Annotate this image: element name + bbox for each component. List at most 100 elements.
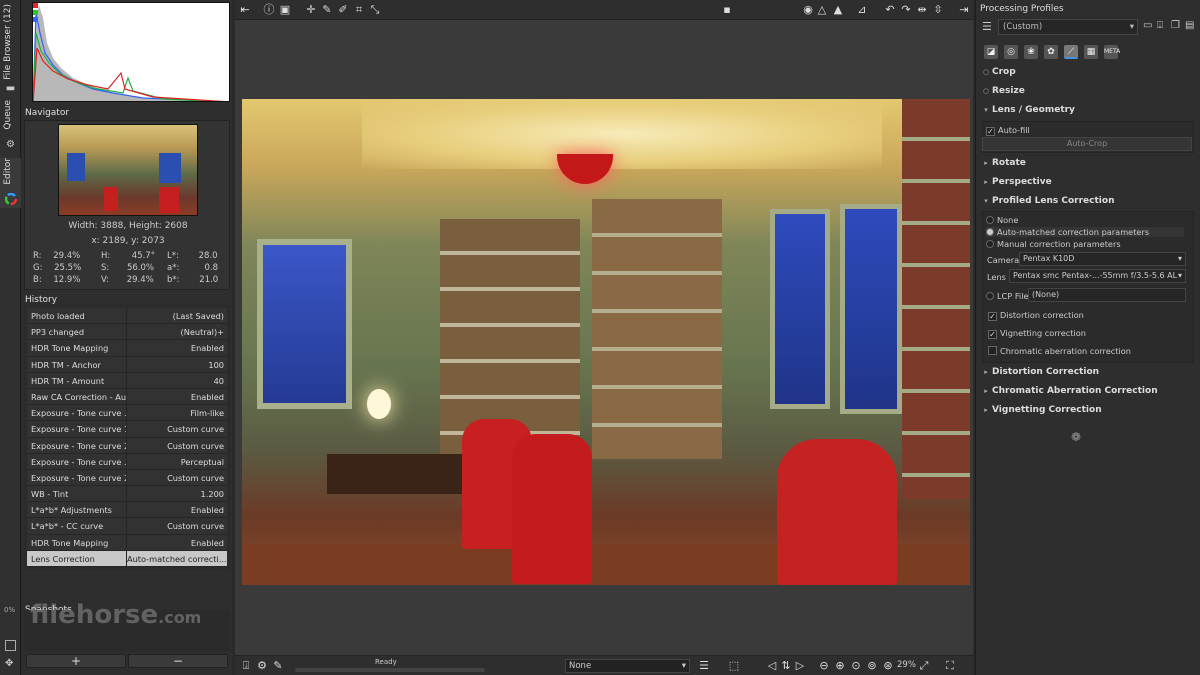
straighten-icon[interactable]: ⤡ xyxy=(368,3,382,17)
profile-list-icon[interactable]: ☰ xyxy=(982,20,992,33)
lens-select[interactable]: Pentax smc Pentax-...-55mm f/3.5-5.6 AL ▾ xyxy=(1009,269,1186,283)
processing-profile-select[interactable]: (Custom) ▾ xyxy=(998,19,1138,35)
channel-preview-icons[interactable]: ▪ xyxy=(720,3,734,17)
external-editor-icon[interactable]: ✎ xyxy=(271,659,285,673)
main-image-preview[interactable] xyxy=(242,99,970,585)
hide-right-panel-icon[interactable]: ⇥ xyxy=(957,3,971,17)
tab-file-browser[interactable]: File Browser (12) ▬ xyxy=(0,2,21,94)
metadata-tab-icon[interactable]: META xyxy=(1104,45,1120,59)
rotate-right-icon[interactable]: ↷ xyxy=(899,3,913,17)
history-row[interactable]: Lens Correction Auto-matched correcti... xyxy=(27,550,227,567)
tab-queue[interactable]: Queue ⚙ xyxy=(0,100,21,150)
history-row[interactable]: Exposure - Tone curve 2 Custom curve xyxy=(27,469,227,487)
rotate-left-icon[interactable]: ↶ xyxy=(883,3,897,17)
history-row[interactable]: Exposure - Tone curve 1 Custom curve xyxy=(27,421,227,438)
color-picker-icon[interactable]: ✐ xyxy=(336,3,350,17)
hide-left-panel-icon[interactable]: ⇤ xyxy=(238,3,252,17)
history-row[interactable]: WB - Tint 1.200 xyxy=(27,486,227,503)
history-panel: Photo loaded (Last Saved) PP3 changed (Neut… xyxy=(24,305,230,570)
save-icon[interactable]: ⍗ xyxy=(239,659,253,673)
tool-perspective[interactable]: ▸ Perspective xyxy=(980,174,1195,191)
flip-vertical-icon[interactable]: ⇳ xyxy=(931,3,945,17)
highlight-clip-icon[interactable]: ▲ xyxy=(831,3,845,17)
histogram-toggle-icon[interactable]: ⊿ xyxy=(855,3,869,17)
tool-resize[interactable]: ○ Resize xyxy=(980,83,1195,100)
history-row[interactable]: PP3 changed (Neutral)+ xyxy=(27,324,227,341)
hand-tool-icon[interactable]: ✛ xyxy=(304,3,318,17)
radio-manual[interactable]: Manual correction parameters xyxy=(986,239,1121,249)
shadow-clip-icon[interactable]: △ xyxy=(815,3,829,17)
tool-vignetting-correction[interactable]: ▸ Vignetting Correction xyxy=(980,402,1195,419)
auto-fill-checkbox[interactable]: ✓ Auto-fill xyxy=(986,125,1030,136)
zoom-crop-icon[interactable]: ⊛ xyxy=(881,659,895,673)
tool-crop[interactable]: ○ Crop xyxy=(980,64,1195,81)
lcp-file-select[interactable]: (None) xyxy=(1028,288,1186,302)
zoom-in-icon[interactable]: ⊕ xyxy=(833,659,847,673)
fullscreen-icon[interactable]: ⛶ xyxy=(943,659,957,673)
detail-tab-icon[interactable]: ◎ xyxy=(1004,45,1018,59)
history-row-value: Custom curve xyxy=(127,469,227,486)
chromatic-aberration-checkbox[interactable]: Chromatic aberration correction xyxy=(988,346,1131,356)
tool-profiled-lens-correction[interactable]: ▾ Profiled Lens Correction xyxy=(980,193,1195,210)
previous-image-icon[interactable]: ◁ xyxy=(765,659,779,673)
remove-snapshot-button[interactable]: − xyxy=(128,654,228,668)
tool-rotate[interactable]: ▸ Rotate xyxy=(980,155,1195,172)
history-row-name: Exposure - Tone curve 2 xyxy=(27,469,127,486)
sync-icon[interactable]: ⇅ xyxy=(779,659,793,673)
history-row[interactable]: Raw CA Correction - Au... Enabled xyxy=(27,388,227,406)
navigator-thumbnail[interactable] xyxy=(58,124,198,216)
history-row[interactable]: HDR TM - Amount 40 xyxy=(27,372,227,389)
open-profile-icon[interactable]: ▭ xyxy=(1143,20,1152,31)
tab-editor[interactable]: Editor xyxy=(0,158,21,208)
history-row[interactable]: HDR TM - Anchor 100 xyxy=(27,356,227,373)
history-row[interactable]: Exposure - Tone curve 2 Custom curve xyxy=(27,437,227,454)
add-snapshot-button[interactable]: + xyxy=(26,654,126,668)
radio-none[interactable]: None xyxy=(986,215,1018,225)
camera-select[interactable]: Pentax K10D ▾ xyxy=(1019,252,1186,266)
vignetting-correction-checkbox[interactable]: ✓ Vignetting correction xyxy=(988,328,1086,339)
history-row[interactable]: L*a*b* Adjustments Enabled xyxy=(27,502,227,519)
output-profile-select[interactable]: None ▾ xyxy=(565,659,690,673)
history-row[interactable]: L*a*b* - CC curve Custom curve xyxy=(27,518,227,535)
new-detail-window-icon[interactable]: ⤢ xyxy=(917,659,931,673)
distortion-correction-checkbox[interactable]: ✓ Distortion correction xyxy=(988,310,1084,321)
lcp-file-label: LCP File xyxy=(986,291,1029,301)
zoom-100-icon[interactable]: ⊚ xyxy=(865,659,879,673)
history-row[interactable]: Exposure - Tone curve ... Perceptual xyxy=(27,453,227,470)
history-row[interactable]: Exposure - Tone curve ... Film-like xyxy=(27,405,227,422)
before-after-icon[interactable]: ▣ xyxy=(278,3,292,17)
paste-profile-icon[interactable]: ▤ xyxy=(1185,20,1194,31)
queue-icon[interactable]: ⚙ xyxy=(255,659,269,673)
zoom-fit-icon[interactable]: ⊙ xyxy=(849,659,863,673)
wb-picker-icon[interactable]: ✎ xyxy=(320,3,334,17)
transform-tab-icon[interactable]: ⟋ xyxy=(1064,45,1078,59)
flip-horizontal-icon[interactable]: ⇹ xyxy=(915,3,929,17)
histogram xyxy=(32,2,230,102)
history-row-name: WB - Tint xyxy=(27,486,127,502)
crop-icon[interactable]: ⌗ xyxy=(352,3,366,17)
softproof-icon[interactable]: ⬚ xyxy=(727,659,741,673)
exposure-tab-icon[interactable]: ◪ xyxy=(984,45,998,59)
ornament-icon: ❁ xyxy=(1071,430,1082,444)
raw-tab-icon[interactable]: ▦ xyxy=(1084,45,1098,59)
history-row[interactable]: HDR Tone Mapping Enabled xyxy=(27,534,227,551)
intent-icon[interactable]: ☰ xyxy=(697,659,711,673)
sidebar-settings-icon[interactable] xyxy=(5,640,16,651)
zoom-out-icon[interactable]: ⊖ xyxy=(817,659,831,673)
focus-mask-icon[interactable]: ◉ xyxy=(801,3,815,17)
advanced-tab-icon[interactable]: ✿ xyxy=(1044,45,1058,59)
next-image-icon[interactable]: ▷ xyxy=(793,659,807,673)
tool-distortion-correction[interactable]: ▸ Distortion Correction xyxy=(980,364,1195,381)
tool-lens-geometry[interactable]: ▾ Lens / Geometry xyxy=(980,102,1195,119)
info-icon[interactable]: ⓘ xyxy=(262,3,276,17)
radio-auto-matched[interactable]: Auto-matched correction parameters xyxy=(986,227,1184,237)
history-row[interactable]: HDR Tone Mapping Enabled xyxy=(27,340,227,357)
copy-profile-icon[interactable]: ❐ xyxy=(1171,20,1180,31)
sidebar-more-icon[interactable]: ✥ xyxy=(5,658,13,669)
history-row[interactable]: Photo loaded (Last Saved) xyxy=(27,308,227,325)
tool-chromatic-aberration-correction[interactable]: ▸ Chromatic Aberration Correction xyxy=(980,383,1195,400)
color-tab-icon[interactable]: ❀ xyxy=(1024,45,1038,59)
auto-crop-button[interactable]: Auto-Crop xyxy=(982,137,1192,151)
save-profile-icon[interactable]: ⍗ xyxy=(1157,20,1163,31)
history-row-value: 1.200 xyxy=(127,486,227,502)
